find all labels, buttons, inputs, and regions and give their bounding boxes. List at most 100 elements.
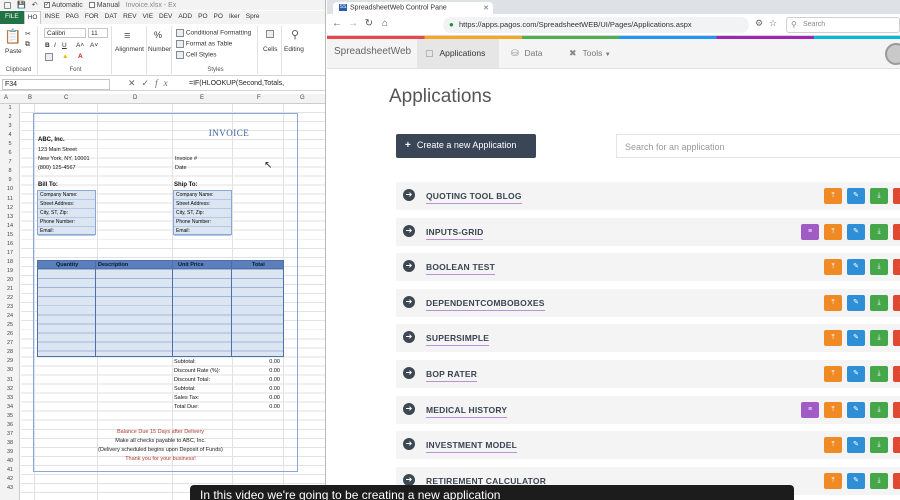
row-header[interactable]: 6 [2,150,18,156]
increase-font-button[interactable]: A˄ [76,42,84,49]
total-value[interactable]: 0.00 [250,368,280,374]
upload-icon[interactable]: ⤒ [824,472,842,489]
edit-icon[interactable]: ✎ [847,294,865,311]
excel-tab[interactable]: PO [211,11,226,24]
cut-icon[interactable]: ✂ [25,30,31,38]
delete-icon[interactable]: ✖ [893,472,900,489]
column-header[interactable]: E [200,95,204,101]
edit-icon[interactable]: ✎ [847,188,865,204]
close-tab-icon[interactable]: ✕ [483,4,489,12]
format-as-table-button[interactable]: Format as Table [176,40,232,48]
manual-checkbox[interactable]: Manual [88,2,120,9]
row-header[interactable]: 10 [2,186,18,192]
edit-icon[interactable]: ✎ [847,366,865,382]
arrow-right-icon[interactable]: ➔ [403,331,415,344]
column-header[interactable]: D [133,95,137,101]
row-header[interactable]: 23 [2,304,18,310]
excel-tab[interactable]: PO [195,11,210,24]
nav-data[interactable]: ⛁ Data [511,39,543,68]
row-header[interactable]: 18 [2,259,18,265]
upload-icon[interactable]: ⤒ [824,401,842,418]
application-name[interactable]: INVESTMENT MODEL [426,440,518,454]
row-header[interactable]: 24 [2,313,18,319]
address-field[interactable]: City, ST, Zip: [38,209,95,218]
download-icon[interactable]: ⤓ [870,294,888,311]
row-header[interactable]: 17 [2,250,18,256]
address-field[interactable]: Street Address: [38,200,95,209]
edit-icon[interactable]: ✎ [847,259,865,276]
bookmark-star-icon[interactable]: ☆ [767,18,779,30]
editing-button[interactable]: Editing [284,46,304,53]
row-header[interactable]: 31 [2,377,18,383]
formula-icons[interactable]: ✕✓fx [128,78,174,89]
save-icon[interactable]: 💾 [17,1,26,9]
delete-icon[interactable]: ✖ [893,437,900,454]
paste-icon[interactable]: 📋 [4,28,21,45]
excel-tab[interactable]: PAG [63,11,82,24]
delete-icon[interactable]: ✖ [893,330,900,347]
application-row[interactable]: ➔ BOP RATER ⤒ ✎ ⤓ ✖ [396,360,900,388]
row-header[interactable]: 12 [2,205,18,211]
row-header[interactable]: 15 [2,232,18,238]
upload-icon[interactable]: ⤒ [824,366,842,382]
row-header[interactable]: 2 [2,114,18,120]
application-name[interactable]: QUOTING TOOL BLOG [426,191,522,204]
download-icon[interactable]: ⤓ [870,366,888,382]
download-icon[interactable]: ⤓ [870,223,888,240]
row-header[interactable]: 29 [2,358,18,364]
application-search-input[interactable]: Search for an application [616,134,900,158]
application-name[interactable]: SUPERSIMPLE [426,333,490,347]
address-bar[interactable]: ● https://apps.pagos.com/SpreadsheetWEB/… [443,17,749,33]
conditional-formatting-button[interactable]: Conditional Formatting [176,29,251,37]
arrow-right-icon[interactable]: ➔ [403,367,415,379]
row-header[interactable]: 32 [2,386,18,392]
font-color-icon[interactable]: A [78,53,83,60]
percent-icon[interactable]: % [154,30,162,40]
row-header[interactable]: 28 [2,349,18,355]
nav-applications[interactable]: ▢ Applications [417,39,500,68]
arrow-right-icon[interactable]: ➔ [403,260,415,273]
cells-icon[interactable] [266,30,274,38]
application-row[interactable]: ➔ QUOTING TOOL BLOG ⤒ ✎ ⤓ ✖ [396,182,900,210]
refresh-icon[interactable]: ↻ [363,18,375,29]
edit-icon[interactable]: ✎ [847,223,865,240]
row-header[interactable]: 19 [2,268,18,274]
row-header[interactable]: 7 [2,159,18,165]
database-icon[interactable]: ≡ [801,401,819,418]
row-header[interactable]: 36 [2,422,18,428]
download-icon[interactable]: ⤓ [870,188,888,204]
address-field[interactable]: Company Name: [38,191,95,200]
application-row[interactable]: ➔ DEPENDENTCOMBOBOXES ⤒ ✎ ⤓ ✖ [396,288,900,317]
column-header[interactable]: B [28,95,32,101]
row-header[interactable]: 11 [2,196,18,202]
application-name[interactable]: INPUTS-GRID [426,227,484,240]
application-name[interactable]: MEDICAL HISTORY [426,405,508,418]
address-field[interactable]: Company Name: [174,191,231,200]
address-field[interactable]: Street Address: [174,200,231,209]
application-name[interactable]: DEPENDENTCOMBOBOXES [426,298,545,311]
edit-icon[interactable]: ✎ [847,330,865,347]
application-row[interactable]: ➔ SUPERSIMPLE ⤒ ✎ ⤓ ✖ [396,324,900,353]
arrow-right-icon[interactable]: ➔ [403,295,415,308]
delete-icon[interactable]: ✖ [893,366,900,382]
application-name[interactable]: BOOLEAN TEST [426,262,495,276]
cells-button[interactable]: Cells [263,46,277,53]
italic-button[interactable]: I [54,42,56,49]
arrow-right-icon[interactable]: ➔ [403,438,415,451]
row-header[interactable]: 9 [2,177,18,183]
download-icon[interactable]: ⤓ [870,330,888,347]
excel-tab[interactable]: FILE [0,11,24,24]
address-field[interactable]: Phone Number: [174,218,231,227]
extension-icon[interactable]: ⚙ [753,18,765,30]
row-header[interactable]: 41 [2,467,18,473]
row-header[interactable]: 35 [2,413,18,419]
automatic-checkbox[interactable]: ✓ Automatic [43,2,83,9]
row-header[interactable]: 34 [2,404,18,410]
alignment-button[interactable]: Alignment [115,46,144,53]
edit-icon[interactable]: ✎ [847,401,865,418]
borders-icon[interactable] [45,53,53,61]
download-icon[interactable]: ⤓ [870,259,888,276]
row-header[interactable]: 1 [2,105,18,111]
row-header[interactable]: 4 [2,132,18,138]
total-value[interactable]: 0.00 [250,359,280,365]
